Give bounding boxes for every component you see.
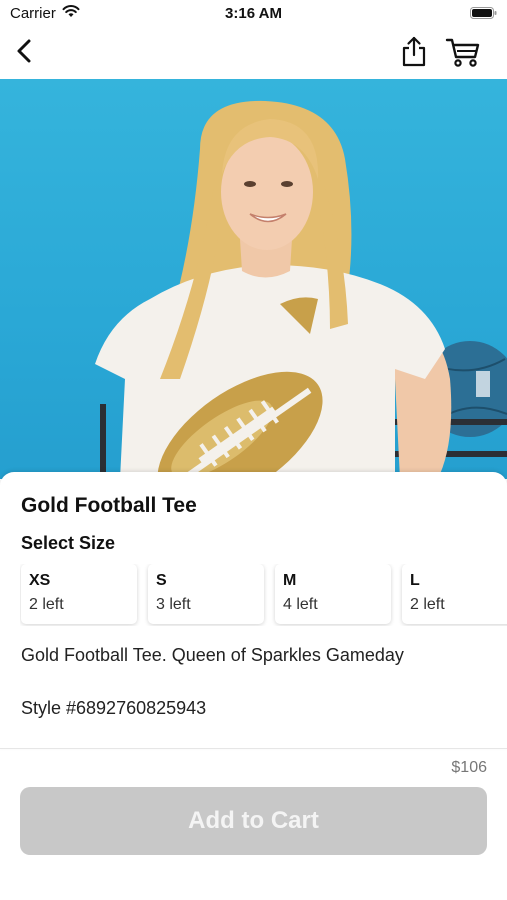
- product-style-number: Style #6892760825943: [21, 698, 207, 718]
- product-title: Gold Football Tee: [21, 494, 197, 517]
- product-details-sheet: Gold Football Tee Select Size XS 2 left …: [0, 472, 507, 748]
- navigation-bar: [0, 28, 507, 78]
- status-bar: Carrier 3:16 AM: [0, 0, 507, 28]
- price-label: $106: [451, 759, 487, 776]
- product-description: Gold Football Tee. Queen of Sparkles Gam…: [21, 645, 404, 665]
- stock-label: 4 left: [283, 596, 318, 613]
- product-image[interactable]: [0, 79, 507, 479]
- size-label: XS: [29, 572, 51, 589]
- footer-divider: [0, 748, 507, 749]
- product-photo-illustration: [95, 100, 507, 479]
- chevron-left-icon[interactable]: [14, 36, 36, 66]
- stock-label: 2 left: [410, 596, 445, 613]
- size-selector: XS 2 left S 3 left M 4 left L 2 left: [20, 564, 507, 626]
- stock-label: 3 left: [156, 596, 191, 613]
- size-option-xs[interactable]: XS 2 left: [21, 564, 137, 624]
- clock: 3:16 AM: [225, 5, 282, 22]
- size-label: L: [410, 572, 420, 589]
- size-option-s[interactable]: S 3 left: [148, 564, 264, 624]
- size-label: M: [283, 572, 297, 589]
- cart-icon[interactable]: [445, 36, 481, 68]
- battery-icon: [470, 7, 497, 19]
- select-size-heading: Select Size: [21, 533, 116, 553]
- stock-label: 2 left: [29, 596, 64, 613]
- size-option-l[interactable]: L 2 left: [402, 564, 507, 624]
- add-to-cart-button[interactable]: Add to Cart: [20, 787, 487, 855]
- share-icon[interactable]: [400, 36, 428, 68]
- size-option-m[interactable]: M 4 left: [275, 564, 391, 624]
- size-label: S: [156, 572, 167, 589]
